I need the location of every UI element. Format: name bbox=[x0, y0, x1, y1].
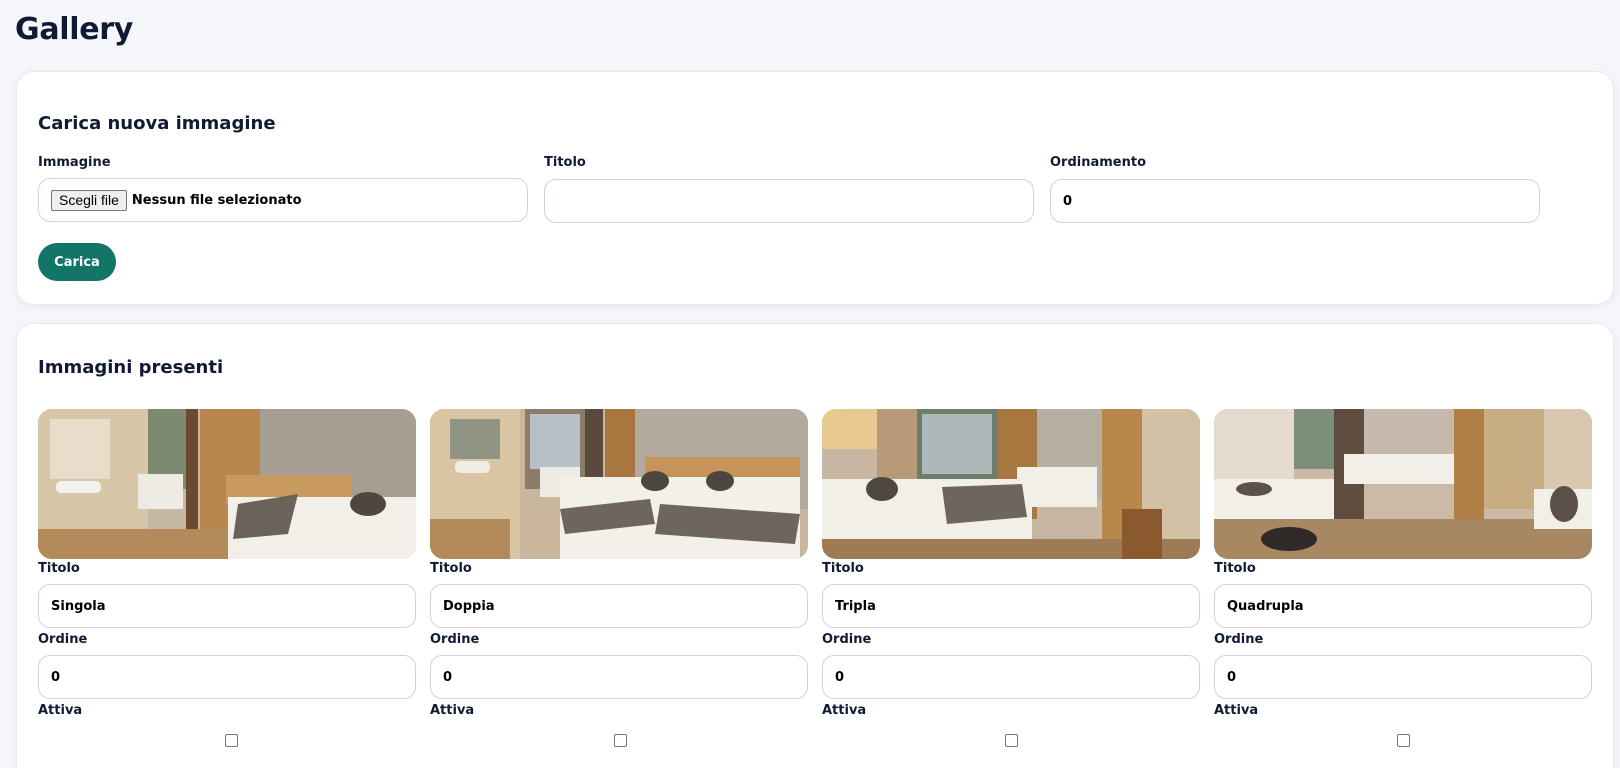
item-title-input[interactable]: Quadrupla bbox=[1214, 584, 1592, 628]
item-order-label: Ordine bbox=[822, 632, 872, 647]
item-active-checkbox[interactable] bbox=[1397, 734, 1410, 747]
choose-file-button[interactable]: Scegli file bbox=[51, 189, 127, 211]
file-status-text: Nessun file selezionato bbox=[131, 192, 302, 208]
order-input[interactable]: 0 bbox=[1050, 179, 1540, 223]
page-title: Gallery bbox=[15, 12, 134, 47]
item-active-checkbox[interactable] bbox=[225, 734, 238, 747]
room-photo bbox=[38, 409, 416, 559]
item-order-label: Ordine bbox=[38, 632, 88, 647]
item-title-input[interactable]: Singola bbox=[38, 584, 416, 628]
item-active-checkbox[interactable] bbox=[1005, 734, 1018, 747]
item-order-input[interactable]: 0 bbox=[430, 655, 808, 699]
upload-button[interactable]: Carica bbox=[38, 243, 116, 281]
room-photo bbox=[822, 409, 1200, 559]
gallery-item: Titolo Doppia Ordine 0 Attiva bbox=[430, 409, 808, 749]
title-input[interactable] bbox=[544, 179, 1034, 223]
images-card: Immagini presenti Titolo Singola Ordine … bbox=[16, 323, 1614, 768]
item-active-label: Attiva bbox=[822, 703, 867, 718]
item-title-label: Titolo bbox=[1214, 561, 1256, 576]
item-order-label: Ordine bbox=[430, 632, 480, 647]
order-label: Ordinamento bbox=[1050, 155, 1147, 170]
item-title-label: Titolo bbox=[38, 561, 80, 576]
item-title-label: Titolo bbox=[822, 561, 864, 576]
gallery-item: Titolo Singola Ordine 0 Attiva bbox=[38, 409, 416, 749]
upload-heading: Carica nuova immagine bbox=[38, 113, 276, 134]
item-active-label: Attiva bbox=[38, 703, 83, 718]
item-title-label: Titolo bbox=[430, 561, 472, 576]
item-active-label: Attiva bbox=[1214, 703, 1259, 718]
item-title-input[interactable]: Tripla bbox=[822, 584, 1200, 628]
room-photo bbox=[430, 409, 808, 559]
item-order-input[interactable]: 0 bbox=[38, 655, 416, 699]
gallery-item: Titolo Tripla Ordine 0 Attiva bbox=[822, 409, 1200, 749]
room-photo bbox=[1214, 409, 1592, 559]
gallery-item: Titolo Quadrupla Ordine 0 Attiva bbox=[1214, 409, 1592, 749]
item-title-input[interactable]: Doppia bbox=[430, 584, 808, 628]
upload-card: Carica nuova immagine Immagine Scegli fi… bbox=[16, 71, 1614, 305]
item-order-input[interactable]: 0 bbox=[822, 655, 1200, 699]
item-active-label: Attiva bbox=[430, 703, 475, 718]
images-heading: Immagini presenti bbox=[38, 357, 224, 378]
title-label: Titolo bbox=[544, 155, 586, 170]
item-order-input[interactable]: 0 bbox=[1214, 655, 1592, 699]
item-active-checkbox[interactable] bbox=[614, 734, 627, 747]
image-file-input[interactable]: Scegli file Nessun file selezionato bbox=[38, 178, 528, 222]
item-order-label: Ordine bbox=[1214, 632, 1264, 647]
image-label: Immagine bbox=[38, 155, 111, 170]
